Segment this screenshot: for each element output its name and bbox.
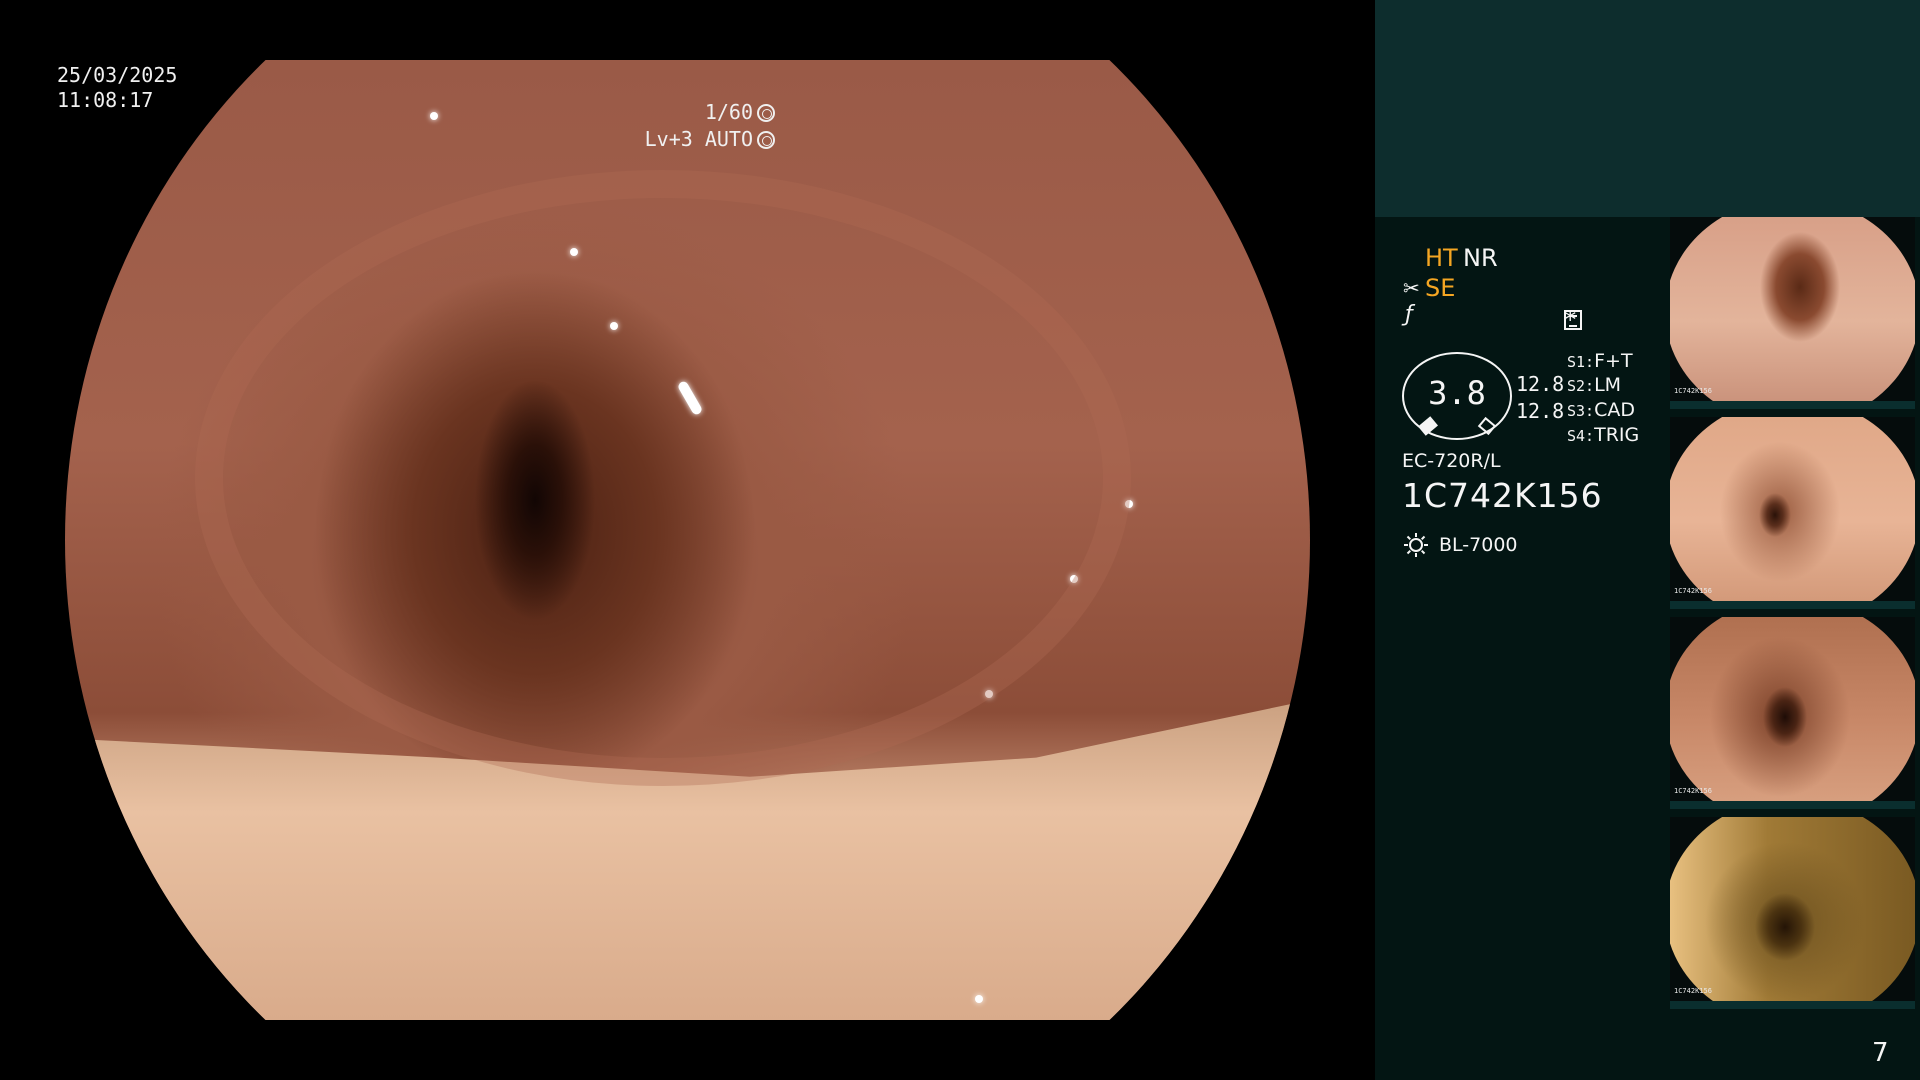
page-number: 7 xyxy=(1872,1038,1889,1068)
switch-value: TRIG xyxy=(1594,424,1640,446)
capture-thumbnail-1[interactable]: 1C742K156 xyxy=(1670,217,1915,409)
thumbnail-serial: 1C742K156 xyxy=(1674,387,1712,395)
iris-icon xyxy=(757,131,775,149)
star-indicator: * xyxy=(1563,306,1578,334)
gauge-marker-right xyxy=(1477,416,1497,436)
scissors-icon: ✂ xyxy=(1403,276,1420,300)
switch-value: LM xyxy=(1594,374,1622,396)
gauge-marker-left xyxy=(1418,416,1438,436)
osd-date: 25/03/2025 xyxy=(57,63,178,87)
osd-iris-value: Lv+3 AUTO xyxy=(644,127,753,151)
specular-highlight xyxy=(610,322,618,330)
thumbnail-bar xyxy=(1670,601,1915,609)
specular-highlight xyxy=(975,995,983,1003)
mode-se: SE xyxy=(1425,274,1456,302)
switch-s4: S4:TRIG xyxy=(1567,424,1639,446)
osd-shutter-value: 1/60 xyxy=(704,100,753,124)
info-panel-header xyxy=(1375,0,1920,217)
mode-nr: NR xyxy=(1463,244,1498,272)
endoscope-image xyxy=(65,60,1310,1020)
specular-highlight xyxy=(570,248,578,256)
filter-icon: ƒ xyxy=(1405,302,1413,327)
specular-highlight xyxy=(430,112,438,120)
switch-s2: S2:LM xyxy=(1567,374,1621,396)
switch-key: S3: xyxy=(1567,402,1595,420)
thumbnail-serial: 1C742K156 xyxy=(1674,987,1712,995)
specular-highlight xyxy=(1125,500,1133,508)
thumbnail-serial: 1C742K156 xyxy=(1674,787,1712,795)
thumbnail-bar xyxy=(1670,1001,1915,1009)
thumbnail-bar xyxy=(1670,401,1915,409)
gauge-side-b: 12.8 xyxy=(1516,399,1565,423)
switch-key: S1: xyxy=(1567,353,1595,371)
capture-thumbnail-4[interactable]: 1C742K156 xyxy=(1670,817,1915,1009)
light-source-icon xyxy=(1404,533,1428,557)
switch-key: S4: xyxy=(1567,427,1595,445)
osd-time: 11:08:17 xyxy=(57,88,154,112)
thumbnail-image xyxy=(1670,417,1915,607)
osd-iris: Lv+3 AUTO xyxy=(645,127,775,152)
specular-highlight xyxy=(1070,575,1078,583)
switch-value: CAD xyxy=(1594,399,1635,421)
info-panel: HT NR ✂ SE ƒ 3.8 12.8 12.8 S1:F+T S2:LM … xyxy=(1375,0,1920,1080)
gauge-side-a: 12.8 xyxy=(1516,372,1565,396)
specular-highlight xyxy=(676,379,704,417)
specular-highlight xyxy=(985,690,993,698)
insertion-gauge: 3.8 xyxy=(1402,352,1512,440)
thumbnail-serial: 1C742K156 xyxy=(1674,587,1712,595)
thumbnail-bar xyxy=(1670,801,1915,809)
thumbnail-image xyxy=(1670,617,1915,807)
thumbnail-image xyxy=(1670,817,1915,1007)
osd-shutter: 1/60 xyxy=(705,100,775,125)
light-source-label: BL-7000 xyxy=(1439,534,1518,556)
video-area: 25/03/2025 11:08:17 1/60 Lv+3 AUTO xyxy=(0,0,1375,1080)
switch-value: F+T xyxy=(1594,350,1633,372)
capture-thumbnail-2[interactable]: 1C742K156 xyxy=(1670,417,1915,609)
gauge-value: 3.8 xyxy=(1428,374,1486,412)
shutter-icon xyxy=(757,104,775,122)
switch-s1: S1:F+T xyxy=(1567,350,1633,372)
switch-s3: S3:CAD xyxy=(1567,399,1635,421)
thumbnail-image xyxy=(1670,217,1915,407)
mode-ht: HT xyxy=(1425,244,1458,272)
scope-serial: 1C742K156 xyxy=(1402,476,1603,515)
switch-key: S2: xyxy=(1567,377,1595,395)
scope-model: EC-720R/L xyxy=(1402,450,1501,472)
capture-thumbnail-3[interactable]: 1C742K156 xyxy=(1670,617,1915,809)
